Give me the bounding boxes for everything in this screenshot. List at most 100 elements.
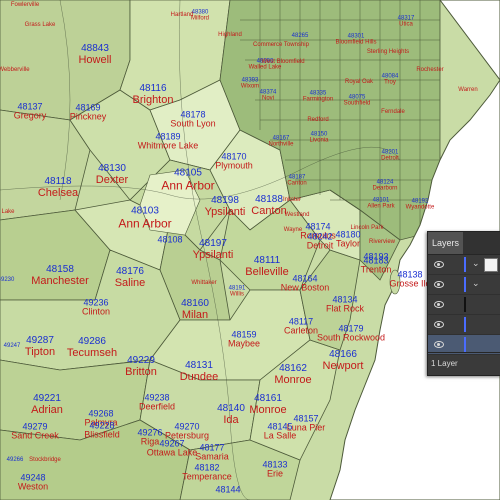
zip-region-label: Inkster	[283, 197, 301, 203]
layer-row[interactable]: ⌄	[428, 275, 500, 295]
zip-region-label: Royal Oak	[345, 79, 373, 85]
city-name-label: Webberville	[0, 66, 30, 73]
city-name-label: New Boston	[280, 283, 330, 293]
zip-region-label: 48164 New Boston	[280, 274, 330, 294]
expand-chevron-icon[interactable]: ⌄	[472, 258, 480, 269]
city-name-label: Willis	[230, 292, 244, 298]
zip-region-label: 48178 South Lyon	[170, 110, 216, 130]
zip-region-label: 48167 Northville	[268, 136, 293, 149]
city-name-label: Deerfield	[138, 402, 176, 412]
city-name-label: Grosse Ile	[389, 279, 431, 289]
zip-region-label: 48192 Wyandotte	[406, 199, 435, 212]
zip-region-label: 48193	[363, 251, 389, 262]
zip-code-label: 49230	[0, 276, 15, 283]
zip-region-label: 48170 Plymouth	[215, 152, 253, 172]
zip-region-label: 48317 Utica	[398, 16, 415, 29]
zip-region-label: 48176 Saline	[115, 265, 146, 289]
layers-panel-header: Layers	[428, 232, 500, 255]
zip-region-label: 48117 Carleton	[284, 317, 318, 337]
visibility-eye-icon[interactable]	[434, 321, 444, 328]
zip-region-label: 48242 Detroit	[307, 232, 334, 252]
visibility-eye-icon[interactable]	[434, 261, 444, 268]
layer-row[interactable]	[428, 295, 500, 315]
city-name-label: Wyandotte	[405, 205, 435, 211]
visibility-eye-icon[interactable]	[434, 281, 444, 288]
zip-code-label: 48131	[185, 359, 213, 371]
zip-region-label: 49287 Tipton	[25, 335, 55, 358]
city-name-label: Livonia	[309, 138, 329, 144]
city-name-label: Monroe	[249, 403, 287, 416]
zip-code-label: 48193	[363, 251, 389, 262]
zip-region-label: 48101 Allen Park	[367, 198, 394, 211]
city-name-label: Novi	[261, 96, 274, 102]
zip-code-label: 48140	[217, 402, 245, 414]
city-name-label: Taylor	[335, 239, 360, 249]
city-name-label: South Lyon	[170, 119, 216, 129]
zip-region-label: Redford	[307, 117, 328, 123]
city-name-label: Troy	[384, 80, 396, 86]
zip-region-label: 48301 Bloomfield Hills	[335, 34, 376, 47]
city-name-label: Maybee	[227, 339, 261, 349]
zip-region-label: 48393 Wixom	[241, 78, 259, 91]
city-name-label: Plymouth	[215, 161, 253, 171]
city-name-label: Royal Oak	[344, 78, 374, 85]
city-name-label: Flat Rock	[325, 304, 365, 314]
zip-region-label: 48157 Luna Pier	[287, 414, 326, 434]
city-name-label: West Bloomfield	[261, 58, 305, 65]
layer-row[interactable]: ⌄	[428, 255, 500, 275]
zip-region-label: Grass Lake	[25, 22, 56, 28]
city-name-label: Commerce Township	[253, 41, 309, 48]
zip-code-label: 48198	[211, 194, 239, 206]
zip-code-label: 48176	[116, 265, 144, 277]
zip-region-label: 48843 Howell	[78, 43, 111, 66]
city-name-label: Ferndale	[381, 108, 405, 115]
city-name-label: Pinckney	[69, 112, 107, 122]
city-name-label: Clinton	[81, 307, 111, 317]
zip-code-label: 49247	[3, 342, 21, 349]
city-name-label: Warren	[458, 86, 478, 93]
zip-region-label: 48130 Dexter	[96, 163, 128, 186]
zip-region-label: Lincoln Park	[350, 225, 383, 231]
zip-region-label: 48105 Ann Arbor	[161, 168, 214, 191]
visibility-eye-icon[interactable]	[434, 341, 444, 348]
zip-region-label: 48159 Maybee	[227, 330, 261, 350]
zip-region-label: 48108	[157, 234, 183, 245]
expand-chevron-icon[interactable]: ⌄	[472, 278, 480, 289]
city-name-label: Riverview	[368, 238, 396, 245]
city-name-label: Stockbridge	[29, 456, 61, 463]
city-name-label: Monroe	[274, 373, 312, 386]
city-name-label: Dearborn	[372, 186, 398, 192]
zip-region-label: Ferndale	[381, 109, 405, 115]
zip-region-label: 48198 Ypsilanti	[205, 194, 246, 218]
zip-code-label: 48108	[157, 234, 183, 245]
zip-code-label: 48144	[215, 484, 241, 495]
zip-region-label: Wayne	[284, 227, 302, 233]
city-name-label: Trenton	[360, 265, 392, 275]
city-name-label: Lake	[1, 208, 15, 215]
zip-region-label: 48160 Milan	[181, 298, 209, 321]
zip-region-label: Warren	[458, 87, 477, 93]
visibility-eye-icon[interactable]	[434, 301, 444, 308]
city-name-label: Tecumseh	[66, 346, 118, 359]
zip-region-label: 48116 Brighton	[133, 83, 174, 106]
city-name-label: Canton	[287, 181, 307, 187]
city-name-label: Grass Lake	[24, 21, 56, 28]
zip-region-label: 49248 Weston	[18, 473, 48, 493]
zip-region-label: West Bloomfield	[261, 59, 304, 65]
zip-region-label: 49221 Adrian	[31, 393, 63, 416]
layer-row[interactable]	[428, 315, 500, 335]
layers-tab[interactable]: Layers	[428, 232, 464, 254]
layer-count: 1 Layer	[431, 359, 458, 368]
city-name-label: Walled Lake	[248, 65, 282, 71]
zip-code-label: 48158	[46, 263, 74, 275]
zip-region-label: Stockbridge	[29, 457, 61, 463]
city-name-label: Highland	[218, 31, 242, 38]
zip-region-label: 49236 Clinton	[81, 298, 111, 318]
layer-thumbnail	[484, 258, 498, 272]
zip-code-label: 48197	[199, 237, 227, 249]
zip-region-label: 48187 Canton	[287, 175, 306, 188]
zip-region-label: Fowlerville	[11, 2, 39, 8]
city-name-label: Ida	[223, 413, 239, 426]
zip-region-label: 48188 Canton	[251, 194, 286, 217]
zip-region-label: 48335 Farmington	[303, 91, 333, 104]
